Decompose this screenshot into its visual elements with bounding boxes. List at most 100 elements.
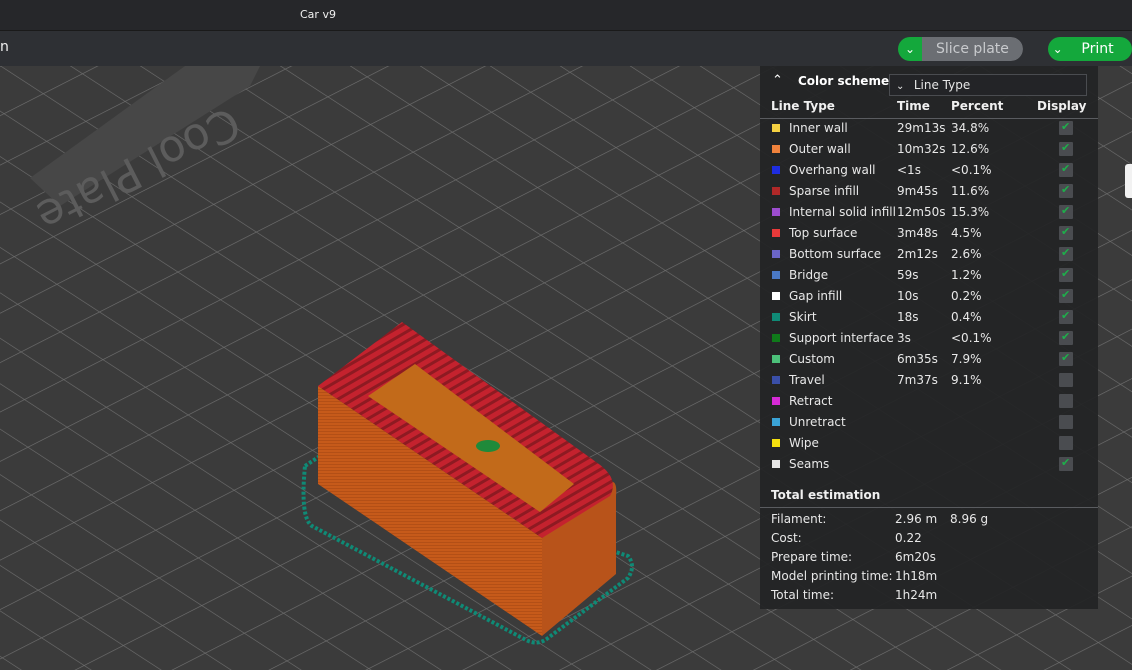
display-checkbox[interactable] (1059, 183, 1073, 198)
display-checkbox[interactable] (1059, 246, 1073, 261)
line-type-row: Inner wall 29m13s 34.8% (760, 118, 1098, 139)
line-type-name: Unretract (789, 415, 846, 429)
color-swatch (772, 166, 780, 174)
color-scheme-select[interactable]: ⌄ Line Type (889, 74, 1087, 96)
line-type-name: Inner wall (789, 121, 848, 135)
color-swatch (772, 334, 780, 342)
line-type-row: Wipe (760, 433, 1098, 454)
title-bar: Car v9 (0, 0, 1132, 31)
estimate-value: 1h24m (895, 588, 938, 602)
line-type-time: 29m13s (897, 121, 946, 135)
line-type-time: 7m37s (897, 373, 938, 387)
line-type-row: Internal solid infill 12m50s 15.3% (760, 202, 1098, 223)
color-swatch (772, 460, 780, 468)
line-type-percent: <0.1% (951, 331, 992, 345)
estimate-row: Prepare time: 6m20s (760, 548, 1098, 567)
col-header-percent: Percent (951, 99, 1004, 113)
line-type-name: Internal solid infill (789, 205, 896, 219)
color-swatch (772, 229, 780, 237)
chevron-down-icon[interactable]: ⌄ (1048, 37, 1068, 61)
display-checkbox[interactable] (1059, 267, 1073, 282)
line-type-name: Wipe (789, 436, 819, 450)
line-type-percent: <0.1% (951, 163, 992, 177)
line-type-row: Bottom surface 2m12s 2.6% (760, 244, 1098, 265)
display-checkbox[interactable] (1059, 141, 1073, 156)
color-swatch (772, 208, 780, 216)
line-type-percent: 0.4% (951, 310, 982, 324)
color-swatch (772, 271, 780, 279)
line-type-name: Seams (789, 457, 830, 471)
chevron-down-icon[interactable]: ⌄ (898, 37, 922, 61)
display-checkbox[interactable] (1059, 436, 1073, 450)
line-type-time: 59s (897, 268, 919, 282)
line-type-time: 12m50s (897, 205, 946, 219)
print-plate-label: Print p (1067, 37, 1132, 61)
display-checkbox[interactable] (1059, 351, 1073, 366)
line-type-name: Bridge (789, 268, 829, 282)
estimate-row: Total time: 1h24m (760, 586, 1098, 605)
color-swatch (772, 355, 780, 363)
display-checkbox[interactable] (1059, 415, 1073, 429)
line-type-name: Custom (789, 352, 835, 366)
line-type-row: Outer wall 10m32s 12.6% (760, 139, 1098, 160)
line-type-row: Overhang wall <1s <0.1% (760, 160, 1098, 181)
line-type-row: Bridge 59s 1.2% (760, 265, 1098, 286)
display-checkbox[interactable] (1059, 309, 1073, 324)
estimate-value: 2.96 m (895, 512, 938, 526)
line-type-time: 10m32s (897, 142, 946, 156)
estimate-value: 0.22 (895, 531, 922, 545)
display-checkbox[interactable] (1059, 330, 1073, 345)
line-type-name: Sparse infill (789, 184, 860, 198)
line-type-time: 3s (897, 331, 911, 345)
line-type-row: Top surface 3m48s 4.5% (760, 223, 1098, 244)
line-type-time: 3m48s (897, 226, 938, 240)
col-header-line-type: Line Type (771, 99, 835, 113)
display-checkbox[interactable] (1059, 456, 1073, 471)
toolbar: n ⌄ Slice plate ⌄ Print p (0, 31, 1132, 66)
display-checkbox[interactable] (1059, 288, 1073, 303)
line-type-name: Outer wall (789, 142, 851, 156)
line-type-percent: 9.1% (951, 373, 982, 387)
display-checkbox[interactable] (1059, 120, 1073, 135)
color-swatch (772, 187, 780, 195)
line-type-row: Gap infill 10s 0.2% (760, 286, 1098, 307)
color-swatch (772, 145, 780, 153)
estimate-value: 6m20s (895, 550, 936, 564)
col-header-display: Display (1037, 99, 1087, 113)
line-type-percent: 11.6% (951, 184, 990, 198)
estimate-row: Model printing time: 1h18m (760, 567, 1098, 586)
line-type-row: Sparse infill 9m45s 11.6% (760, 181, 1098, 202)
color-swatch (772, 313, 780, 321)
line-type-row: Travel 7m37s 9.1% (760, 370, 1098, 391)
line-type-row: Skirt 18s 0.4% (760, 307, 1098, 328)
line-type-percent: 12.6% (951, 142, 990, 156)
col-header-time: Time (897, 99, 930, 113)
line-type-time: 2m12s (897, 247, 938, 261)
display-checkbox[interactable] (1059, 162, 1073, 177)
estimate-value-secondary: 8.96 g (950, 512, 989, 526)
display-checkbox[interactable] (1059, 204, 1073, 219)
estimate-value: 1h18m (895, 569, 938, 583)
display-checkbox[interactable] (1059, 373, 1073, 387)
line-type-row: Support interface 3s <0.1% (760, 328, 1098, 349)
line-type-name: Overhang wall (789, 163, 876, 177)
display-checkbox[interactable] (1059, 225, 1073, 240)
display-checkbox[interactable] (1059, 394, 1073, 408)
divider (760, 507, 1098, 508)
color-swatch (772, 292, 780, 300)
line-type-name: Retract (789, 394, 833, 408)
line-type-name: Top surface (789, 226, 858, 240)
slice-plate-button[interactable]: ⌄ Slice plate (898, 37, 1023, 61)
line-type-name: Support interface (789, 331, 894, 345)
estimate-key: Prepare time: (771, 550, 853, 564)
line-type-time: 10s (897, 289, 919, 303)
line-type-percent: 1.2% (951, 268, 982, 282)
line-type-percent: 4.5% (951, 226, 982, 240)
line-type-percent: 0.2% (951, 289, 982, 303)
color-scheme-panel: ⌃ Color scheme ⌄ Line Type Line Type Tim… (760, 66, 1098, 609)
side-panel-tab[interactable] (1125, 164, 1132, 198)
line-type-time: 18s (897, 310, 919, 324)
collapse-up-icon[interactable]: ⌃ (772, 73, 783, 88)
print-plate-button[interactable]: ⌄ Print p (1048, 37, 1132, 61)
color-swatch (772, 376, 780, 384)
